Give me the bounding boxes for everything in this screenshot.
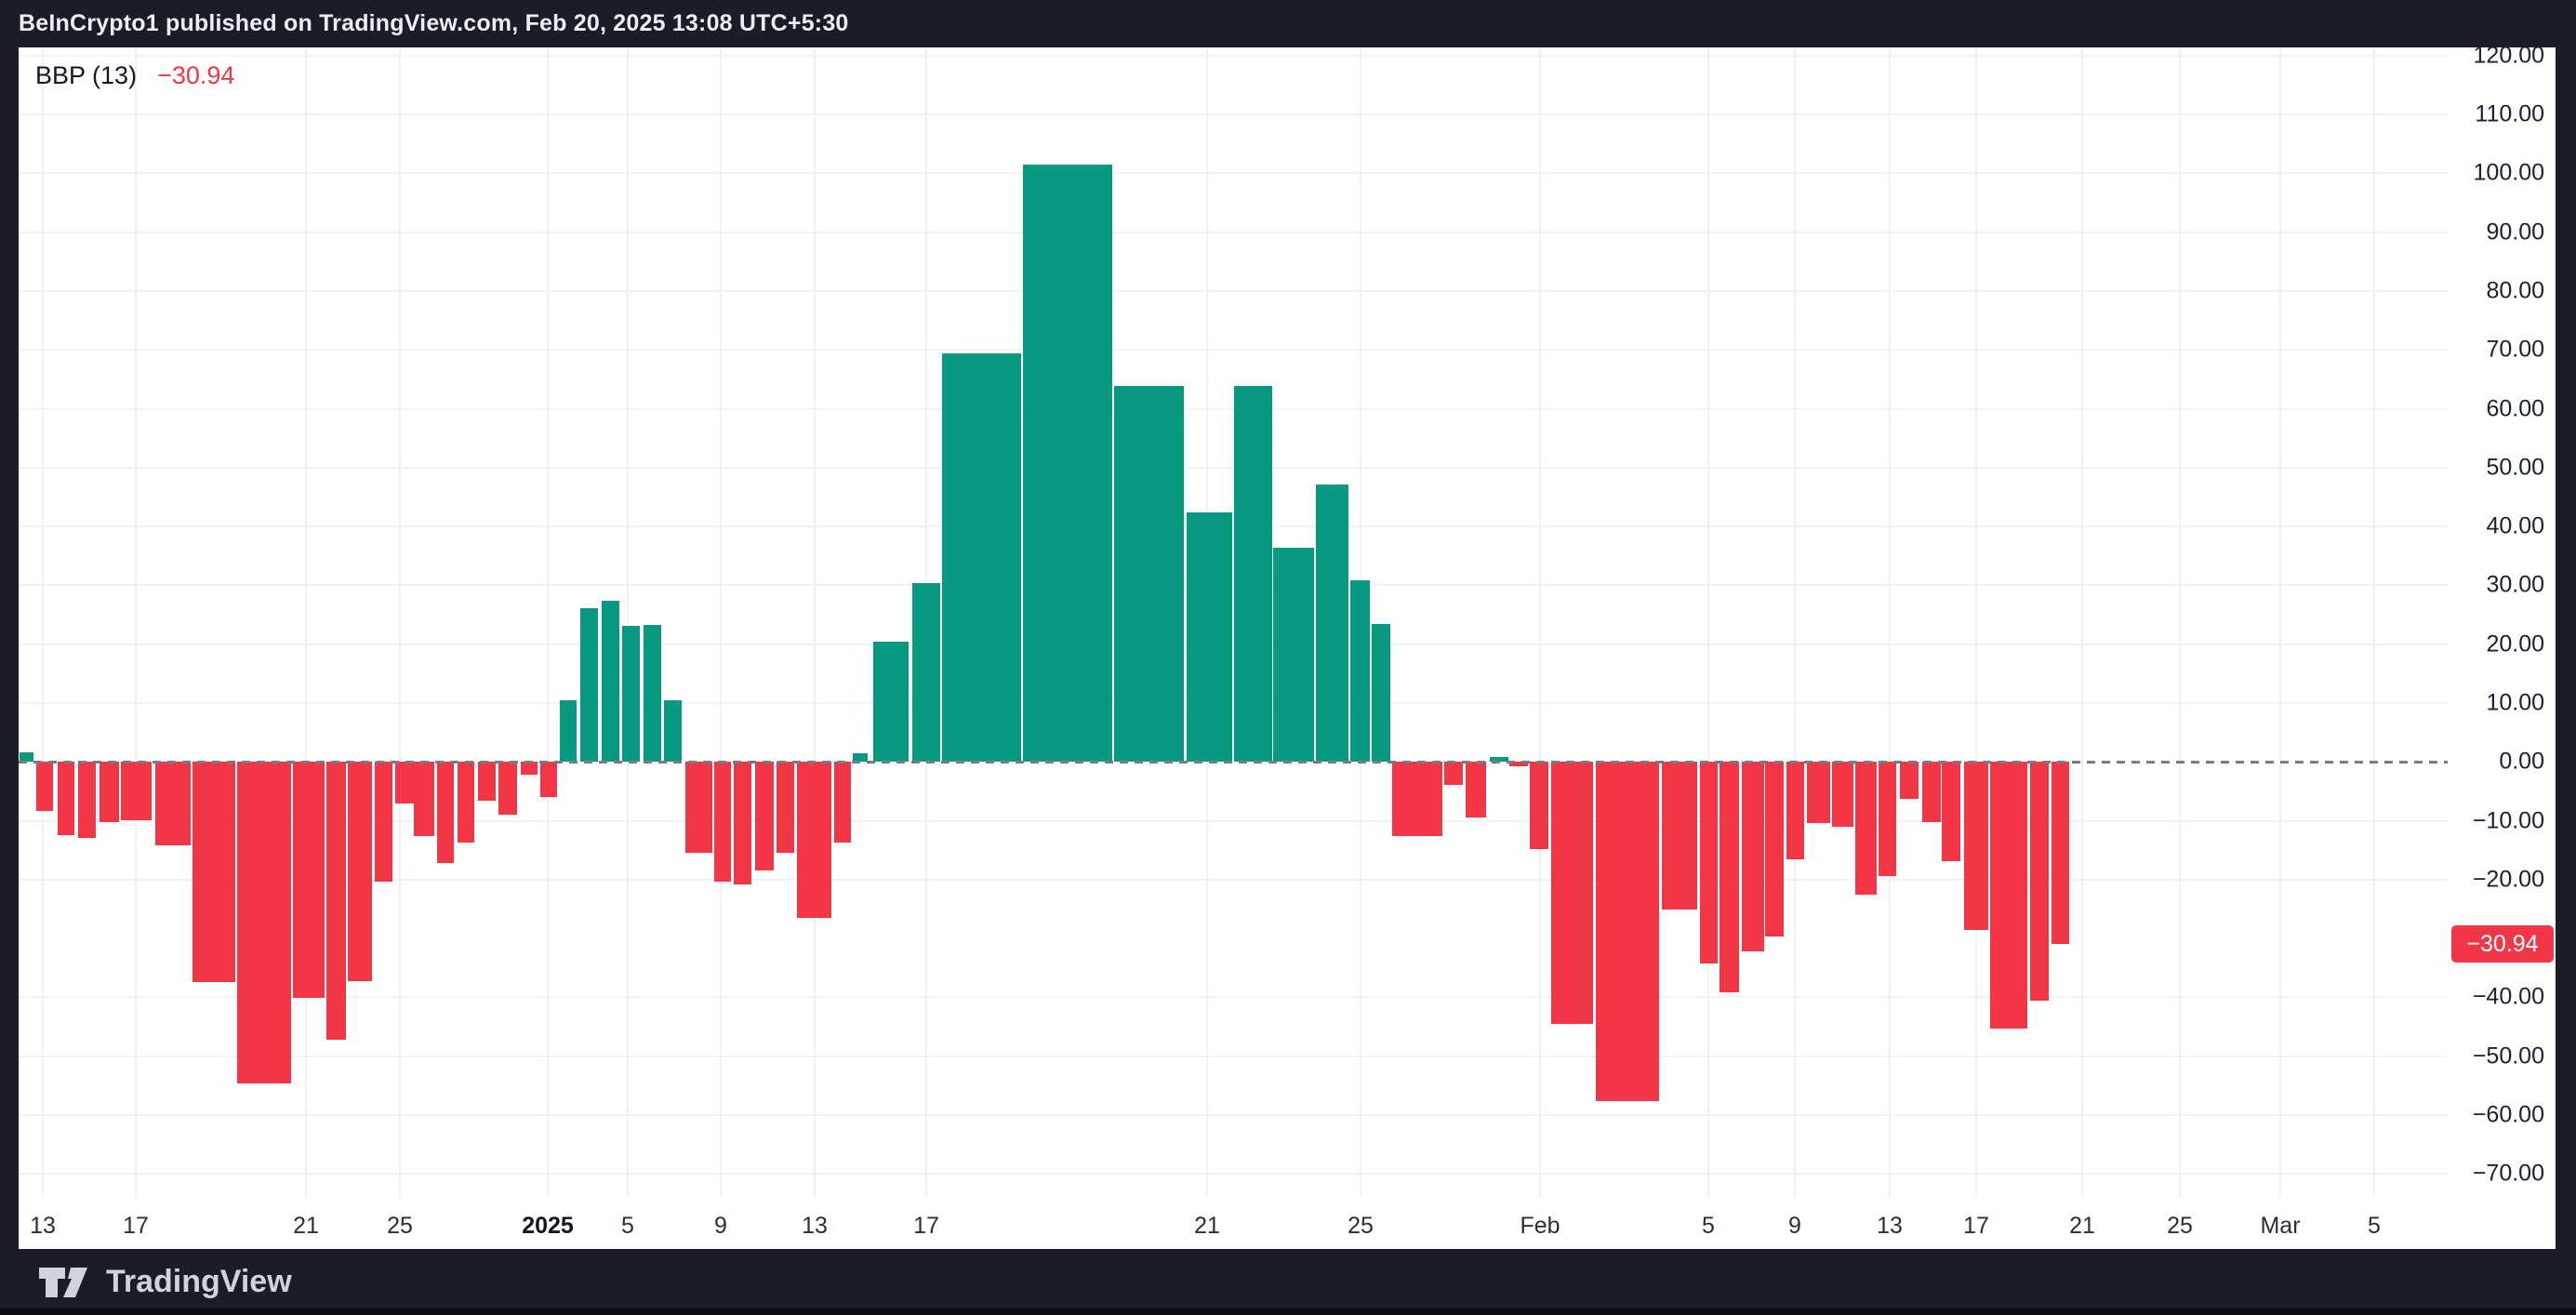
footer-bottom-strip [0,1308,2576,1315]
chart-pane[interactable] [19,47,2448,1197]
price-scale-axis[interactable] [2448,47,2556,1197]
left-frame [0,47,19,1249]
tradingview-brand-text[interactable]: TradingView [106,1264,292,1300]
tradingview-chart-snapshot: BeInCrypto1 published on TradingView.com… [0,0,2576,1315]
attribution-header: BeInCrypto1 published on TradingView.com… [0,0,2576,47]
footer-bar: TradingView [0,1249,2576,1315]
right-frame [2556,47,2576,1249]
time-scale-axis[interactable] [19,1197,2556,1249]
tradingview-logo-icon[interactable] [37,1262,89,1303]
attribution-title: BeInCrypto1 published on TradingView.com… [19,10,849,37]
